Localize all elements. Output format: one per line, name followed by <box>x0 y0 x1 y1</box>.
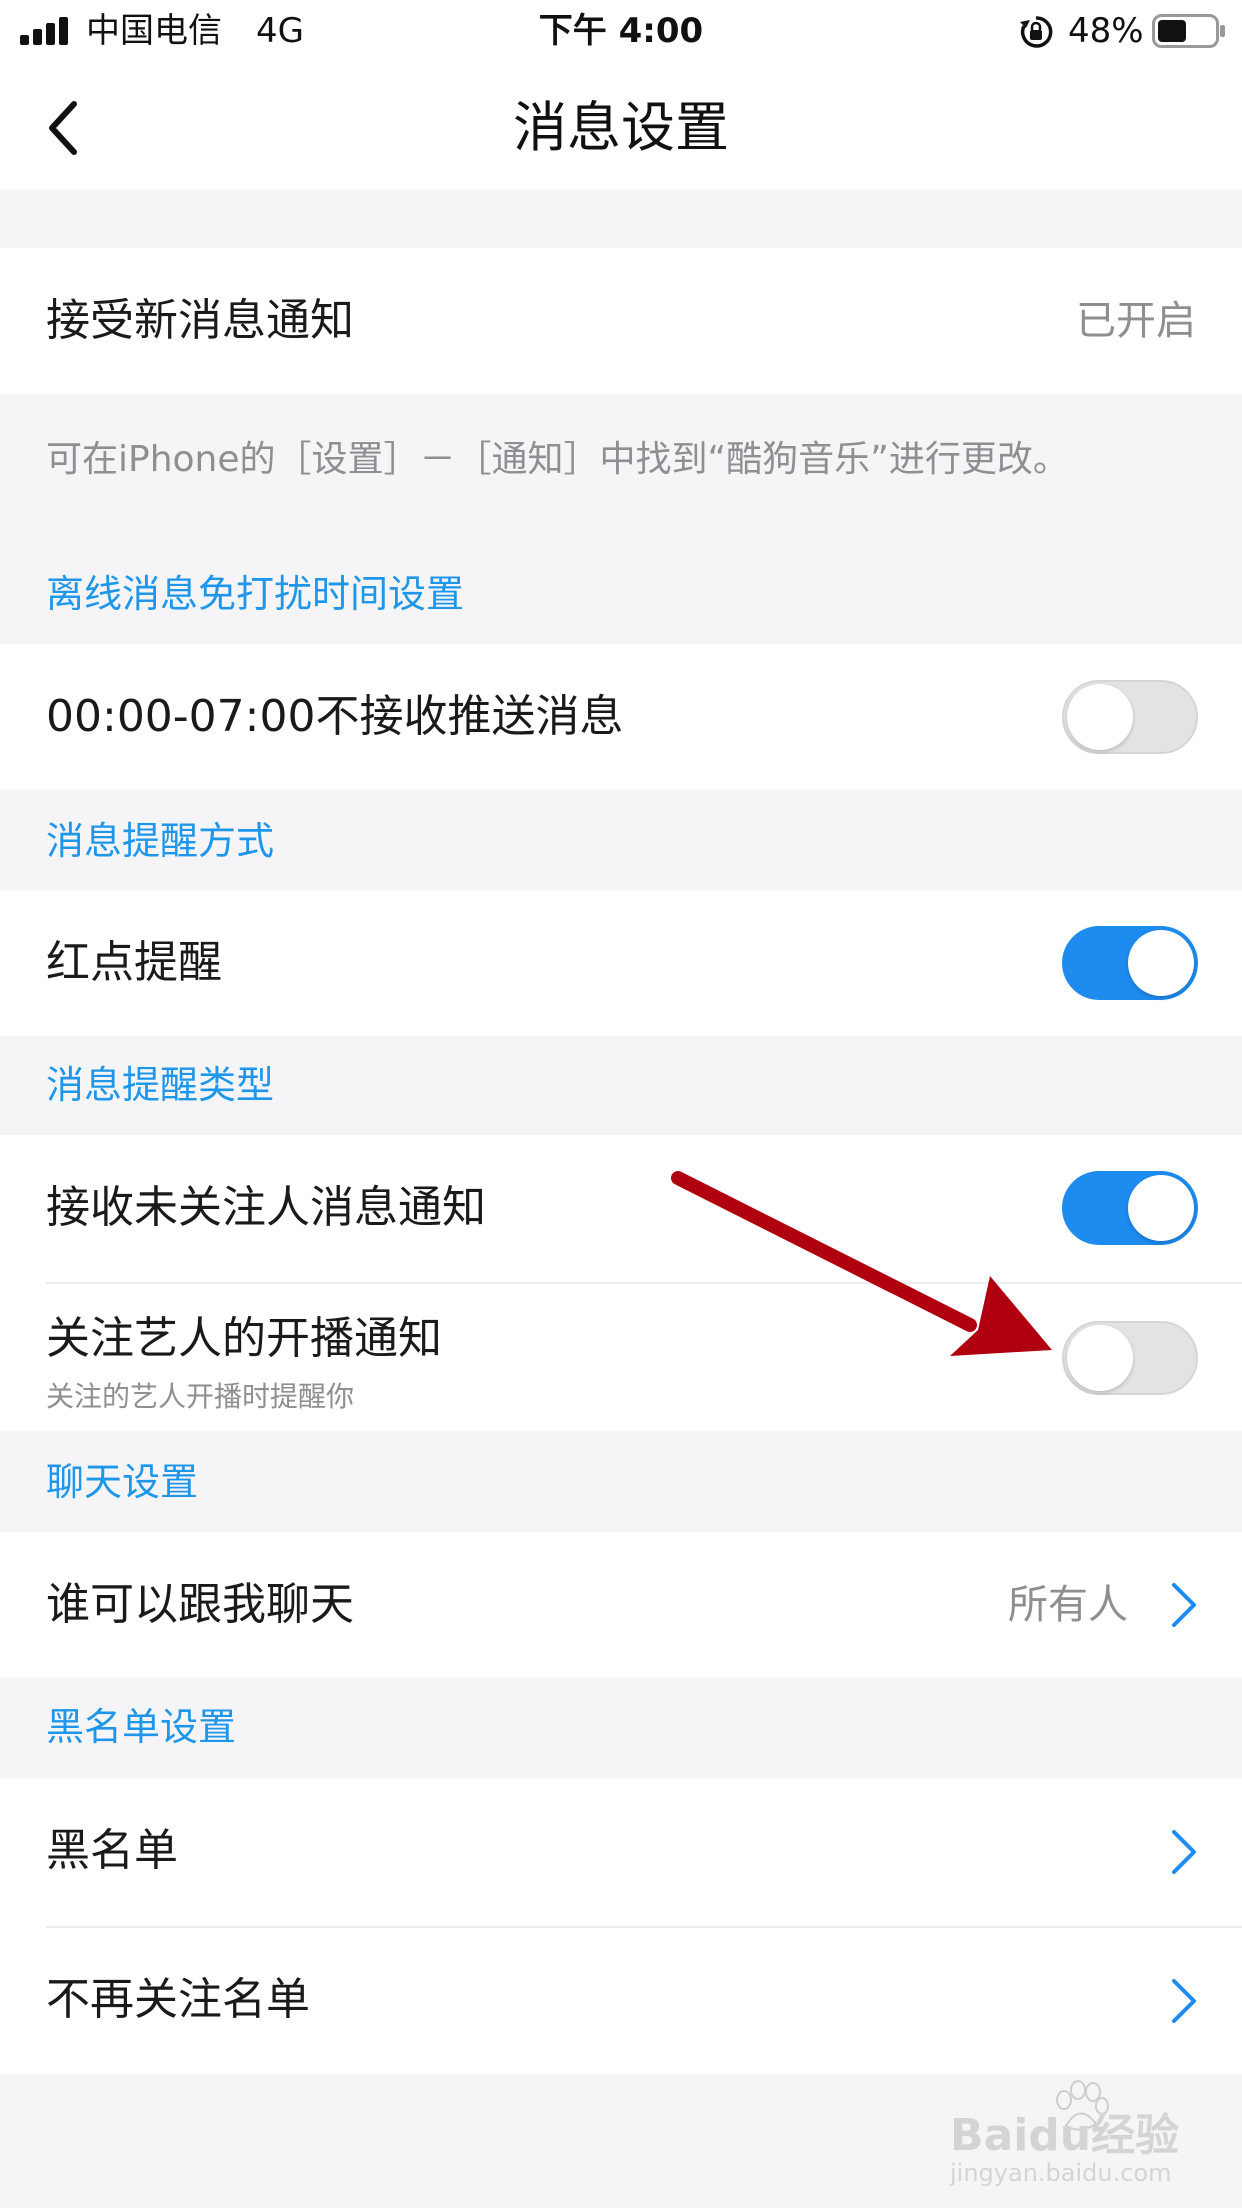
red-dot-toggle[interactable] <box>1062 926 1198 1000</box>
artist-live-label: 关注艺人的开播通知 <box>46 1313 442 1364</box>
blacklist-label: 黑名单 <box>46 1825 178 1876</box>
unfollow-list-label: 不再关注名单 <box>46 1974 310 2025</box>
chevron-right-icon <box>1172 1830 1196 1874</box>
who-can-chat-row[interactable]: 谁可以跟我聊天 所有人 <box>0 1532 1242 1678</box>
section-title-reminder-method: 消息提醒方式 <box>46 819 275 863</box>
baidu-jingyan-watermark: Baidu经验 jingyan.baidu.com <box>950 2080 1220 2190</box>
red-dot-label: 红点提醒 <box>46 937 222 988</box>
battery-icon <box>1152 14 1225 48</box>
red-dot-reminder-row: 红点提醒 <box>0 890 1242 1036</box>
annotation-arrow-icon <box>671 1171 1052 1356</box>
who-can-chat-label: 谁可以跟我聊天 <box>46 1579 354 1630</box>
dnd-row: 00:00-07:00不接收推送消息 <box>0 644 1242 790</box>
toggle-knob <box>1128 1175 1194 1241</box>
dnd-toggle[interactable] <box>1062 680 1198 754</box>
notification-label: 接受新消息通知 <box>46 295 354 346</box>
toggle-knob <box>1067 1325 1133 1391</box>
watermark-text: Baidu经验 jingyan.baidu.com <box>950 2110 1180 2188</box>
battery-percent: 48% <box>1068 11 1144 51</box>
row-divider <box>46 1282 1242 1284</box>
status-bar: 中国电信 4G 下午 4:00 48% <box>0 0 1242 62</box>
toggle-knob <box>1067 684 1133 750</box>
section-title-reminder-type: 消息提醒类型 <box>46 1063 275 1107</box>
notification-settings-hint: 可在iPhone的［设置］－［通知］中找到“酷狗音乐”进行更改。 <box>46 439 1069 480</box>
toggle-knob <box>1128 930 1194 996</box>
chevron-right-icon <box>1172 1583 1196 1627</box>
artist-live-sublabel: 关注的艺人开播时提醒你 <box>46 1380 355 1413</box>
blacklist-row[interactable]: 黑名单 <box>0 1778 1242 1926</box>
notification-status: 已开启 <box>1076 298 1196 344</box>
section-title-dnd: 离线消息免打扰时间设置 <box>46 572 465 616</box>
section-title-blacklist: 黑名单设置 <box>46 1705 237 1749</box>
dnd-label: 00:00-07:00不接收推送消息 <box>46 691 624 742</box>
page-title: 消息设置 <box>513 96 729 159</box>
who-can-chat-value: 所有人 <box>1008 1582 1128 1628</box>
chevron-right-icon <box>1172 1979 1196 2023</box>
section-title-chat: 聊天设置 <box>46 1460 199 1504</box>
unfollowed-message-label: 接收未关注人消息通知 <box>46 1182 486 1233</box>
artist-live-toggle[interactable] <box>1062 1321 1198 1395</box>
blacklist-group: 黑名单 不再关注名单 <box>0 1778 1242 2074</box>
orientation-lock-icon <box>1020 16 1053 48</box>
unfollowed-message-toggle[interactable] <box>1062 1171 1198 1245</box>
new-message-notification-row[interactable]: 接受新消息通知 已开启 <box>0 248 1242 394</box>
unfollow-list-row[interactable]: 不再关注名单 <box>0 1928 1242 2074</box>
status-time: 下午 4:00 <box>538 11 704 51</box>
